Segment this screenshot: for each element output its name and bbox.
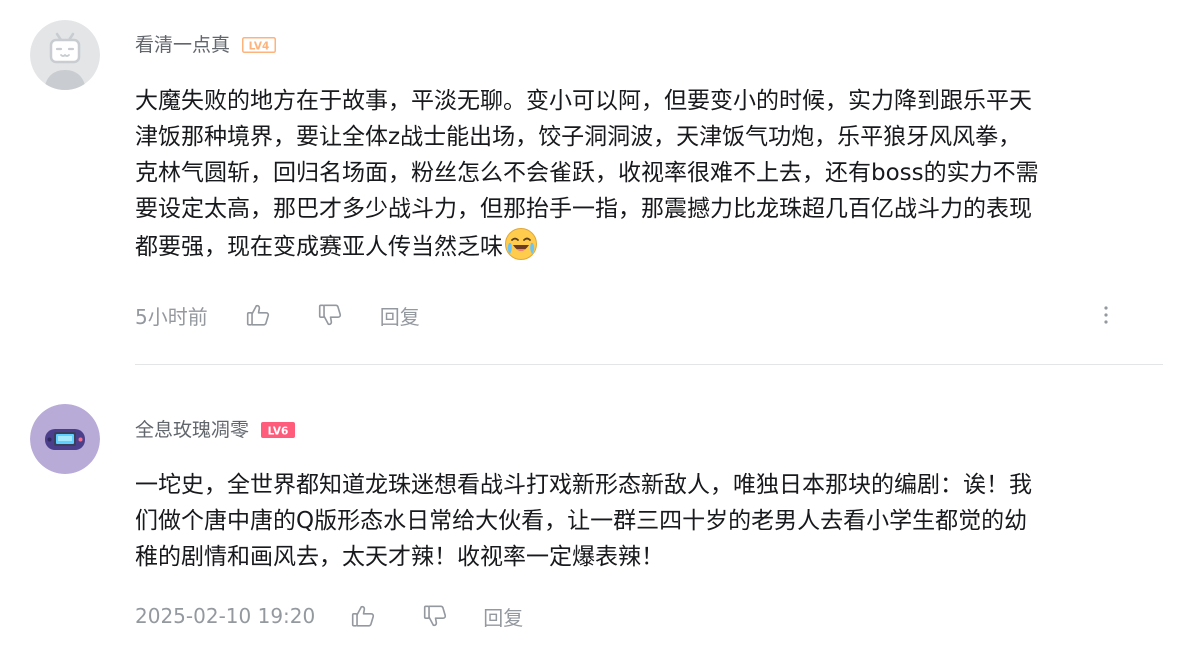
comment-line: 要设定太高，那巴才多少战斗力，但那抬手一指，那震撼力比龙珠超几百亿战斗力的表现 [135, 196, 1032, 222]
thumbs-up-icon[interactable] [349, 602, 377, 630]
level-badge: LV6 [261, 422, 296, 438]
reply-button[interactable]: 回复 [380, 301, 420, 330]
comment-actions: 2025-02-10 19:20 回复 [135, 598, 523, 634]
more-vertical-icon[interactable] [1094, 297, 1118, 333]
comment-line: 大魔失败的地方在于故事，平淡无聊。变小可以阿，但要变小的时候，实力降到跟乐平天 [135, 88, 1032, 114]
comment-time: 2025-02-10 19:20 [135, 604, 316, 628]
comment-text: 一坨史，全世界都知道龙珠迷想看战斗打戏新形态新敌人，唯独日本那块的编剧：诶！我 … [135, 467, 1165, 575]
comment-line: 们做个唐中唐的Q版形态水日常给大伙看，让一群三四十岁的老男人去看小学生都觉的幼 [135, 508, 1028, 534]
game-console-avatar-icon [30, 404, 100, 474]
avatar[interactable] [30, 404, 100, 474]
comment-header: 全息玫瑰凋零 LV6 [135, 416, 296, 444]
comment-line: 都要强，现在变成赛亚人传当然乏味 [135, 234, 503, 260]
comment-time: 5小时前 [135, 304, 208, 329]
comment-divider [135, 364, 1163, 365]
username[interactable]: 看清一点真 [135, 31, 230, 59]
thumbs-up-icon[interactable] [244, 301, 272, 329]
comment-line: 稚的剧情和画风去，太天才辣！收视率一定爆表辣！ [135, 544, 664, 570]
bilibili-tv-avatar-icon [30, 20, 100, 90]
comment-header: 看清一点真 LV4 [135, 31, 277, 59]
comment-line: 克林气圆斩，回归名场面，粉丝怎么不会雀跃，收视率很难不上去，还有boss的实力不… [135, 160, 1039, 186]
comment-line: 津饭那种境界，要让全体z战士能出场，饺子洞洞波，天津饭气功炮，乐平狼牙风风拳， [135, 124, 1022, 150]
laughing-crying-emoji-icon [505, 228, 537, 260]
comment-actions: 5小时前 回复 [135, 297, 420, 333]
reply-button[interactable]: 回复 [483, 602, 523, 631]
thumbs-down-icon[interactable] [316, 301, 344, 329]
username[interactable]: 全息玫瑰凋零 [135, 416, 249, 444]
avatar[interactable] [30, 20, 100, 90]
comment-line-last: 都要强，现在变成赛亚人传当然乏味 [135, 227, 1165, 265]
svg-text:LV4: LV4 [249, 40, 270, 52]
svg-text:LV6: LV6 [268, 425, 289, 437]
level-badge: LV4 [242, 37, 277, 53]
comment-line: 一坨史，全世界都知道龙珠迷想看战斗打戏新形态新敌人，唯独日本那块的编剧：诶！我 [135, 472, 1032, 498]
thumbs-down-icon[interactable] [421, 602, 449, 630]
comment-text: 大魔失败的地方在于故事，平淡无聊。变小可以阿，但要变小的时候，实力降到跟乐平天 … [135, 83, 1165, 265]
